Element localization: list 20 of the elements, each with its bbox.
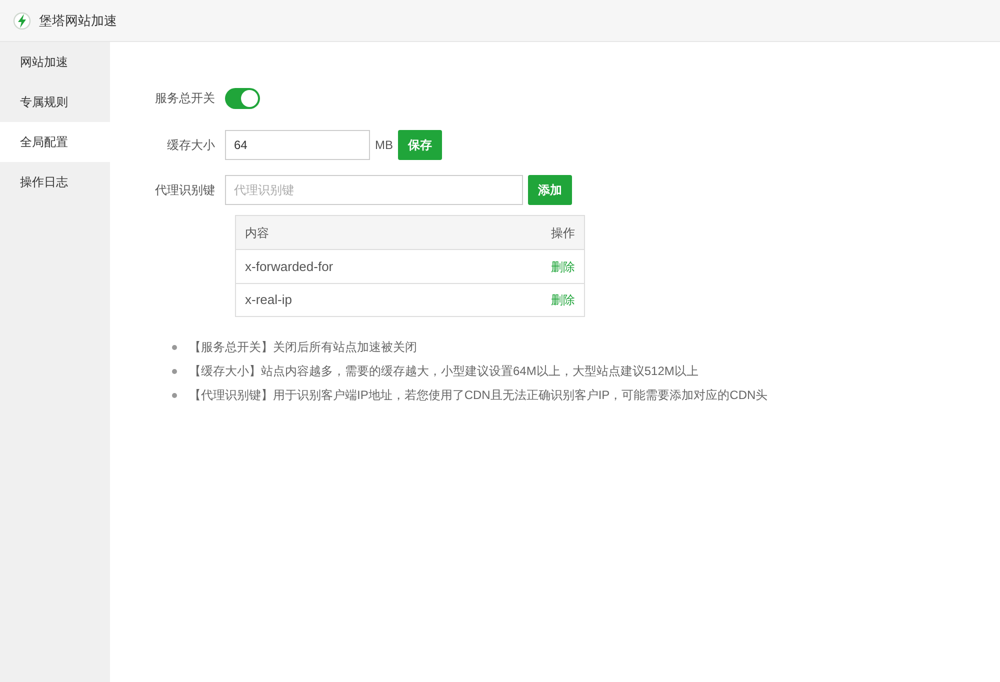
proxy-key-field[interactable]: 代理识别键 bbox=[225, 175, 523, 205]
sidebar-item[interactable]: 全局配置 bbox=[0, 122, 110, 162]
help-note: 【服务总开关】关闭后所有站点加速被关闭 bbox=[189, 339, 417, 356]
column-header: 内容 bbox=[245, 224, 269, 242]
bullet-icon bbox=[172, 392, 177, 398]
help-note: 【代理识别键】用于识别客户端IP地址，若您使用了CDN且无法正确识别客户IP，可能需要添加对应的CDN头 bbox=[189, 387, 768, 404]
toggle-switch[interactable] bbox=[225, 88, 260, 108]
table-cell-text: x-forwarded-for bbox=[245, 258, 334, 276]
field-label: 缓存大小 bbox=[166, 137, 216, 154]
cache-size-field[interactable]: 64 bbox=[225, 130, 370, 160]
table-cell-text: x-real-ip bbox=[245, 291, 292, 310]
field-label: 代理识别键 bbox=[154, 182, 216, 199]
column-header: 操作 bbox=[551, 224, 575, 242]
window-title: 堡塔网站加速 bbox=[39, 12, 117, 30]
bullet-icon bbox=[172, 344, 177, 350]
unit-label: MB bbox=[375, 137, 393, 154]
field-label: 服务总开关 bbox=[154, 90, 216, 107]
help-note: 【缓存大小】站点内容越多，需要的缓存越大，小型建议设置64M以上，大型站点建议512M以上 bbox=[189, 363, 698, 380]
bullet-icon bbox=[172, 368, 177, 374]
lightning-bolt-icon bbox=[13, 12, 31, 30]
